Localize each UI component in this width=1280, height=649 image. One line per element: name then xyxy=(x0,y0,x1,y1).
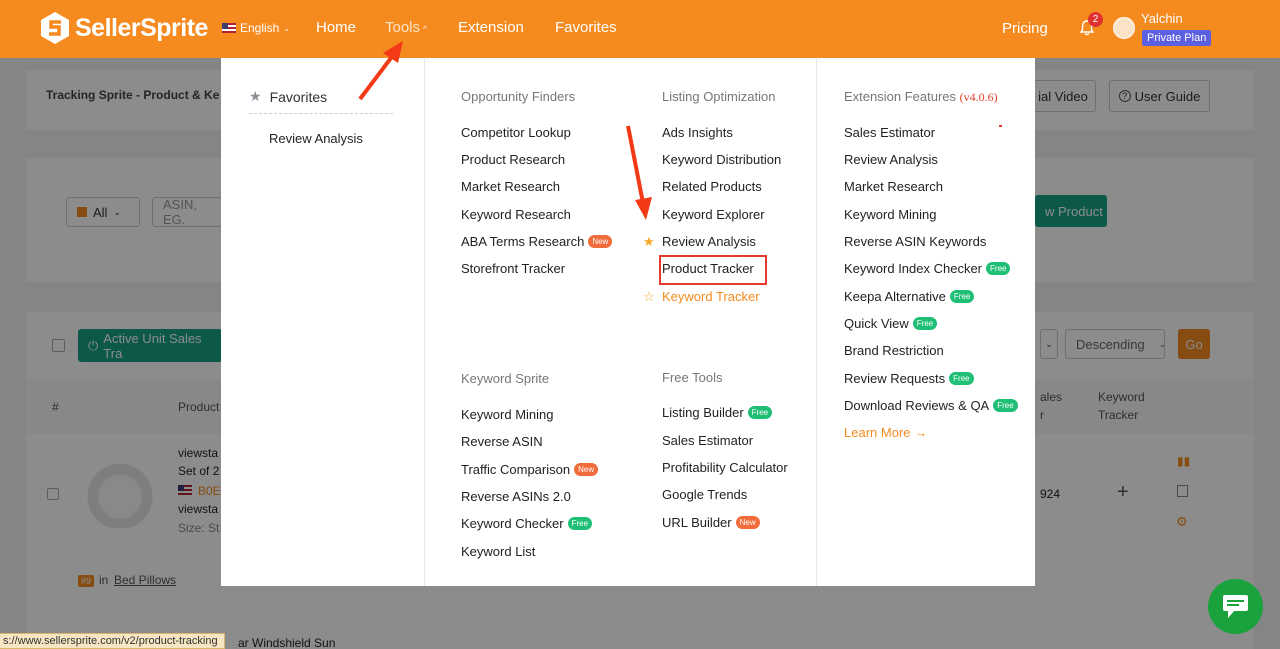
favorites-item-review-analysis[interactable]: Review Analysis xyxy=(269,131,363,146)
logo-mark-icon xyxy=(41,12,69,44)
extension-version: (v4.0.6) xyxy=(959,90,998,104)
ext-item-quick-view[interactable]: Quick View Free xyxy=(844,316,938,331)
product-tracker-highlight-box xyxy=(659,255,767,285)
menu-item-sales-estimator[interactable]: Sales Estimator xyxy=(662,433,753,448)
menu-item-related-products[interactable]: Related Products xyxy=(662,179,762,194)
star-icon: ★ xyxy=(249,88,262,104)
plan-badge: Private Plan xyxy=(1142,30,1212,46)
notification-count-badge: 2 xyxy=(1088,12,1103,27)
menu-item-review-analysis[interactable]: Review Analysis xyxy=(662,234,756,249)
menu-item-keyword-list[interactable]: Keyword List xyxy=(461,544,535,559)
column-divider xyxy=(816,58,817,586)
free-badge: Free xyxy=(912,317,938,330)
free-badge: Free xyxy=(949,372,974,385)
us-flag-icon xyxy=(222,23,236,33)
favorites-divider xyxy=(249,113,393,114)
menu-item-aba-terms-research[interactable]: ABA Terms Research New xyxy=(461,234,613,249)
red-mark xyxy=(999,125,1002,127)
new-badge: New xyxy=(574,463,599,476)
nav-pricing[interactable]: Pricing xyxy=(1002,20,1048,37)
new-badge: New xyxy=(735,516,760,529)
menu-item-storefront-tracker[interactable]: Storefront Tracker xyxy=(461,261,565,276)
menu-item-keyword-checker[interactable]: Keyword Checker Free xyxy=(461,516,593,531)
ext-item-brand-restriction[interactable]: Brand Restriction xyxy=(844,343,944,358)
opportunity-finders-heading: Opportunity Finders xyxy=(461,89,576,104)
menu-item-listing-builder[interactable]: Listing Builder Free xyxy=(662,405,773,420)
favorite-star-outline-icon[interactable]: ☆ xyxy=(643,289,655,305)
ext-item-review-analysis[interactable]: Review Analysis xyxy=(844,152,938,167)
ext-item-review-requests[interactable]: Review Requests Free xyxy=(844,371,974,386)
username[interactable]: Yalchin xyxy=(1141,11,1183,26)
column-divider xyxy=(424,58,425,586)
browser-status-url: s://www.sellersprite.com/v2/product-trac… xyxy=(0,633,225,649)
nav-tools[interactable]: Tools ^ xyxy=(385,19,427,36)
menu-item-reverse-asins-2[interactable]: Reverse ASINs 2.0 xyxy=(461,489,571,504)
ext-item-reverse-asin-keywords[interactable]: Reverse ASIN Keywords xyxy=(844,234,986,249)
menu-item-keyword-explorer[interactable]: Keyword Explorer xyxy=(662,207,765,222)
menu-item-competitor-lookup[interactable]: Competitor Lookup xyxy=(461,125,571,140)
menu-item-keyword-distribution[interactable]: Keyword Distribution xyxy=(662,152,781,167)
ext-item-market-research[interactable]: Market Research xyxy=(844,179,943,194)
listing-optimization-heading: Listing Optimization xyxy=(662,89,776,104)
free-badge: Free xyxy=(949,290,975,303)
menu-item-market-research[interactable]: Market Research xyxy=(461,179,560,194)
free-badge: Free xyxy=(986,262,1011,275)
chevron-up-icon: ^ xyxy=(423,24,428,34)
ext-item-sales-estimator[interactable]: Sales Estimator xyxy=(844,125,935,140)
menu-item-ads-insights[interactable]: Ads Insights xyxy=(662,125,733,140)
menu-item-keyword-research[interactable]: Keyword Research xyxy=(461,207,571,222)
new-badge: New xyxy=(588,235,613,248)
chevron-down-icon: ⌄ xyxy=(283,23,291,33)
menu-item-keyword-tracker[interactable]: Keyword Tracker xyxy=(662,289,760,304)
menu-item-keyword-mining[interactable]: Keyword Mining xyxy=(461,407,554,422)
arrow-right-icon: → xyxy=(914,425,928,440)
menu-item-url-builder[interactable]: URL Builder New xyxy=(662,515,760,530)
language-selector[interactable]: English ⌄ xyxy=(222,21,290,35)
nav-favorites[interactable]: Favorites xyxy=(555,19,617,36)
free-badge: Free xyxy=(993,399,1018,412)
language-label: English xyxy=(240,21,280,35)
logo-text: SellerSprite xyxy=(75,13,208,42)
nav-home[interactable]: Home xyxy=(316,19,356,36)
favorites-heading: ★ Favorites xyxy=(249,88,328,105)
nav-extension[interactable]: Extension xyxy=(458,19,524,36)
menu-item-product-research[interactable]: Product Research xyxy=(461,152,565,167)
ext-item-keyword-index-checker[interactable]: Keyword Index Checker Free xyxy=(844,261,1011,276)
avatar[interactable] xyxy=(1113,17,1135,39)
free-tools-heading: Free Tools xyxy=(662,370,723,385)
favorite-star-filled-icon[interactable]: ★ xyxy=(643,234,655,250)
menu-item-google-trends[interactable]: Google Trends xyxy=(662,487,747,502)
keyword-sprite-heading: Keyword Sprite xyxy=(461,371,550,386)
extension-features-heading: Extension Features (v4.0.6) xyxy=(844,89,998,104)
ext-item-keyword-mining[interactable]: Keyword Mining xyxy=(844,207,937,222)
ext-item-download-reviews-qa[interactable]: Download Reviews & QA Free xyxy=(844,398,1018,413)
menu-item-reverse-asin[interactable]: Reverse ASIN xyxy=(461,434,543,449)
menu-item-traffic-comparison[interactable]: Traffic Comparison New xyxy=(461,462,599,477)
live-chat-button[interactable] xyxy=(1208,579,1263,634)
menu-item-profitability-calculator[interactable]: Profitability Calculator xyxy=(662,460,788,475)
chat-bubble-icon xyxy=(1223,595,1248,618)
free-badge: Free xyxy=(567,517,593,530)
learn-more-link[interactable]: Learn More → xyxy=(844,425,927,440)
sellersprite-logo[interactable]: SellerSprite xyxy=(40,11,208,45)
free-badge: Free xyxy=(747,406,773,419)
top-navigation-bar: SellerSprite English ⌄ Home Tools ^ Exten… xyxy=(0,0,1280,58)
ext-item-keepa-alternative[interactable]: Keepa Alternative Free xyxy=(844,289,975,304)
